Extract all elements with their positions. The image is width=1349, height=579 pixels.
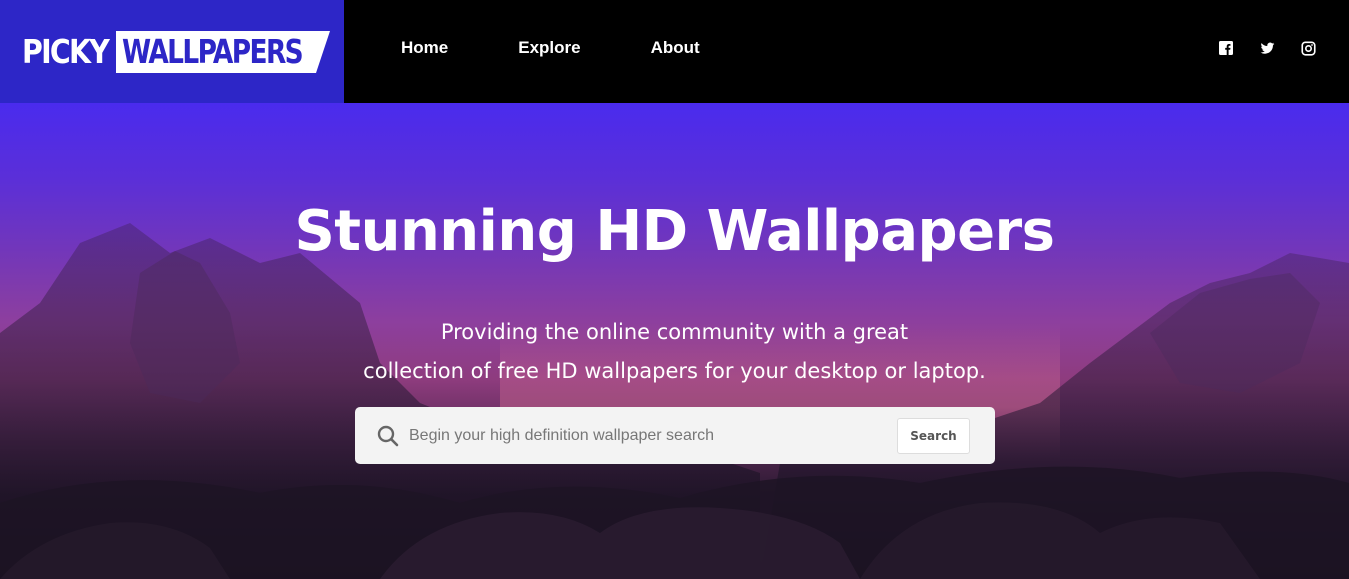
search-button[interactable]: Search: [897, 418, 970, 454]
main-nav: Home Explore About: [401, 38, 700, 58]
social-links: [1219, 41, 1316, 56]
logo-word-picky: PICKY: [22, 32, 110, 71]
search-input[interactable]: [409, 419, 889, 453]
hero-subtitle-line-2: collection of free HD wallpapers for you…: [363, 359, 986, 383]
nav-home[interactable]: Home: [401, 38, 448, 58]
nav-about[interactable]: About: [651, 38, 700, 58]
facebook-icon[interactable]: [1219, 41, 1234, 56]
twitter-icon[interactable]: [1260, 41, 1275, 56]
site-header: PICKY WALLPAPERS Home Explore About: [0, 0, 1349, 103]
hero-subtitle: Providing the online community with a gr…: [0, 313, 1349, 391]
logo-box[interactable]: PICKY WALLPAPERS: [0, 0, 344, 103]
logo-word-wallpapers: WALLPAPERS: [122, 31, 304, 71]
nav-explore[interactable]: Explore: [518, 38, 580, 58]
hero-section: Stunning HD Wallpapers Providing the onl…: [0, 103, 1349, 579]
hero-subtitle-line-1: Providing the online community with a gr…: [440, 320, 909, 344]
search-bar: Search: [355, 407, 995, 464]
site-logo[interactable]: PICKY WALLPAPERS: [22, 30, 331, 74]
page: PICKY WALLPAPERS Home Explore About Stun…: [0, 0, 1349, 579]
hero-title: Stunning HD Wallpapers: [294, 199, 1055, 264]
search-icon: [377, 425, 399, 447]
logo-word-wallpapers-badge: WALLPAPERS: [116, 30, 331, 73]
instagram-icon[interactable]: [1301, 41, 1316, 56]
